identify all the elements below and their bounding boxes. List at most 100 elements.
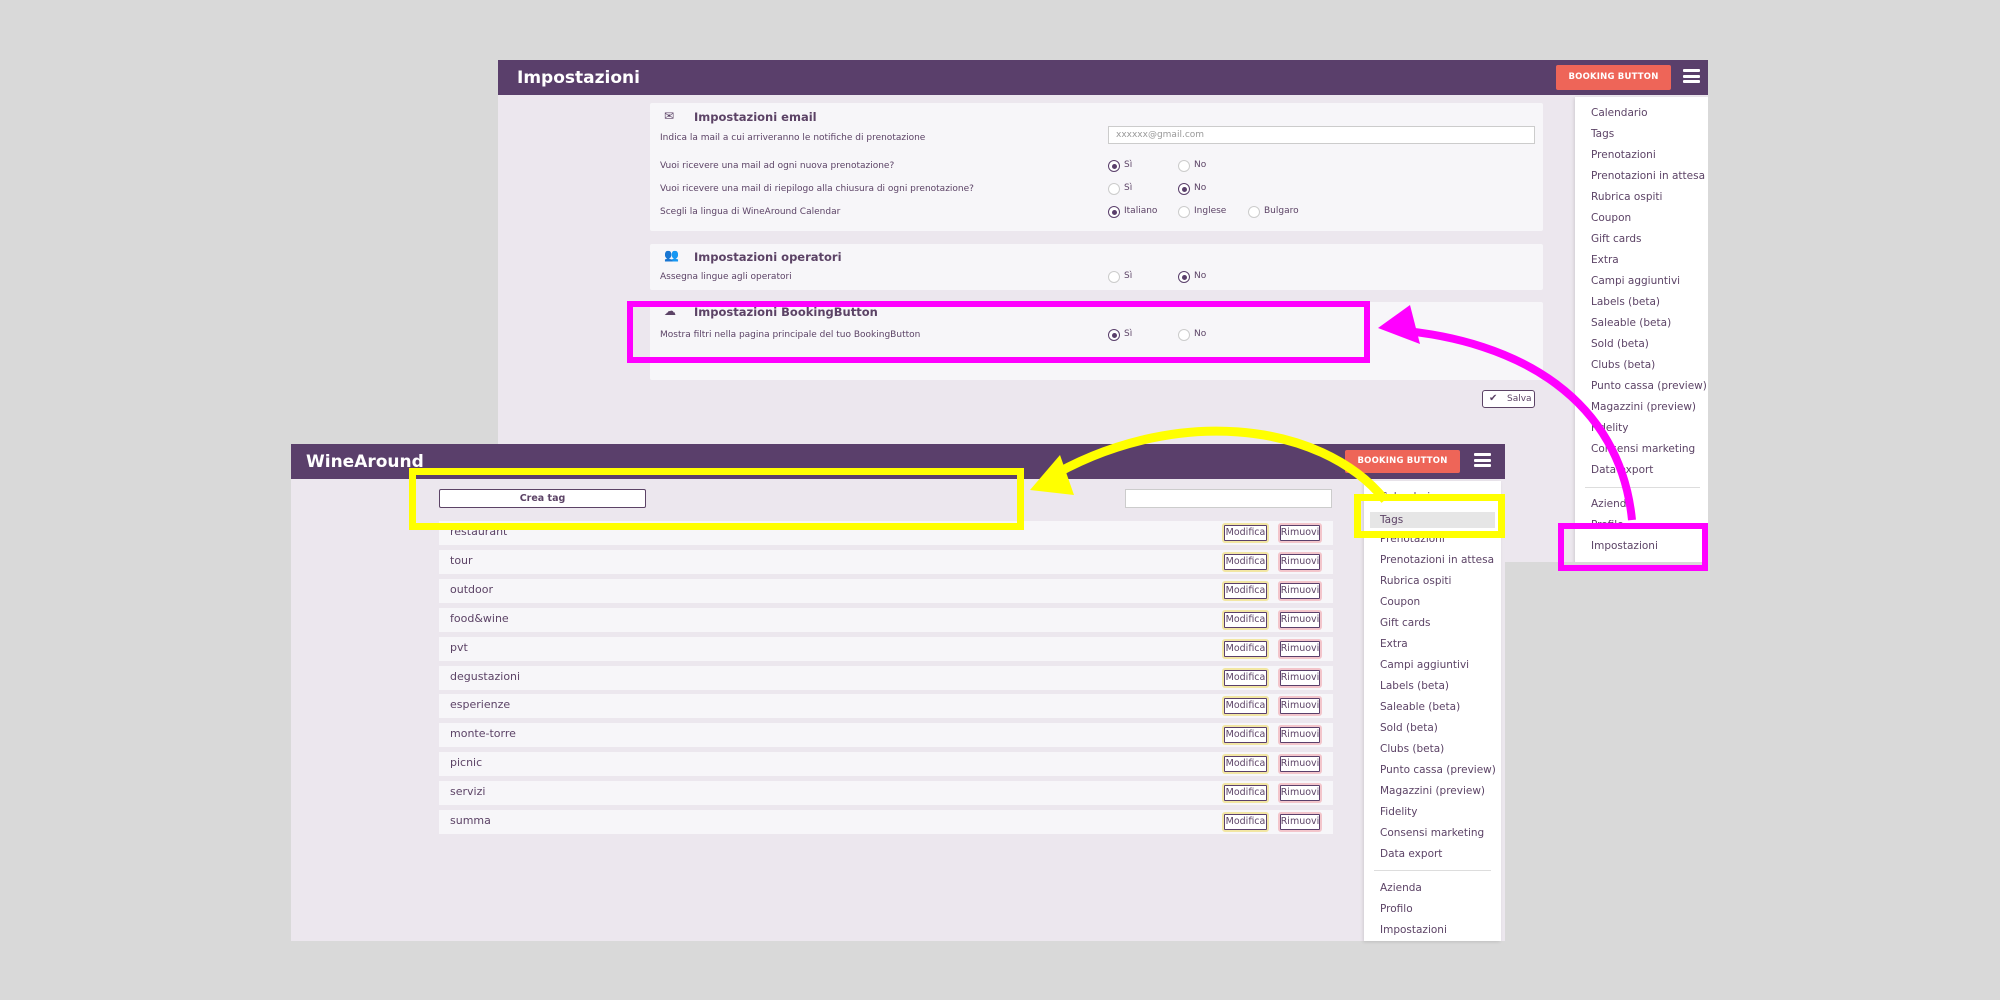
tag-name: tour (450, 554, 473, 567)
table-row: picnic Modifica Rimuovi (439, 752, 1333, 776)
remove-button[interactable]: Rimuovi (1278, 639, 1322, 659)
menu-item-campi[interactable]: Campi aggiuntivi (1380, 659, 1469, 671)
remove-button[interactable]: Rimuovi (1278, 552, 1322, 572)
menu-item-tags[interactable]: Tags (1591, 128, 1614, 140)
menu-item-consensi[interactable]: Consensi marketing (1591, 443, 1695, 455)
booking-button[interactable]: BOOKING BUTTON (1345, 450, 1460, 473)
menu-item-sold[interactable]: Sold (beta) (1591, 338, 1649, 350)
remove-button[interactable]: Rimuovi (1278, 610, 1322, 630)
summary-no-radio[interactable] (1178, 183, 1190, 195)
edit-button[interactable]: Modifica (1222, 754, 1269, 774)
table-row: tour Modifica Rimuovi (439, 550, 1333, 574)
language-bulgarian-radio[interactable] (1248, 206, 1260, 218)
tag-name: esperienze (450, 698, 511, 711)
remove-button[interactable]: Rimuovi (1278, 754, 1322, 774)
yellow-highlight-box (1354, 494, 1505, 538)
menu-item-coupon[interactable]: Coupon (1380, 596, 1420, 608)
email-settings-title: Impostazioni email (694, 110, 817, 124)
summary-mail-label: Vuoi ricevere una mail di riepilogo alla… (660, 184, 974, 194)
hamburger-menu-icon[interactable] (1683, 69, 1700, 83)
app-title: WineAround (306, 452, 424, 472)
remove-button[interactable]: Rimuovi (1278, 783, 1322, 803)
remove-button[interactable]: Rimuovi (1278, 668, 1322, 688)
remove-button[interactable]: Rimuovi (1278, 523, 1322, 543)
edit-button[interactable]: Modifica (1222, 552, 1269, 572)
new-booking-yes-radio[interactable] (1108, 160, 1120, 172)
edit-button[interactable]: Modifica (1222, 523, 1269, 543)
remove-button[interactable]: Rimuovi (1278, 696, 1322, 716)
remove-button[interactable]: Rimuovi (1278, 812, 1322, 832)
radio-label: Inglese (1194, 206, 1227, 216)
tag-name: pvt (450, 641, 468, 654)
menu-item-campi[interactable]: Campi aggiuntivi (1591, 275, 1680, 287)
magenta-highlight-box (627, 301, 1370, 363)
email-settings-card: ✉ Impostazioni email Indica la mail a cu… (650, 103, 1543, 231)
email-field[interactable]: xxxxxx@gmail.com (1108, 126, 1535, 144)
tag-name: summa (450, 814, 491, 827)
menu-item-profilo[interactable]: Profilo (1380, 903, 1413, 915)
menu-item-saleable[interactable]: Saleable (beta) (1591, 317, 1671, 329)
language-italian-radio[interactable] (1108, 206, 1120, 218)
menu-item-gift-cards[interactable]: Gift cards (1380, 617, 1431, 629)
edit-button[interactable]: Modifica (1222, 581, 1269, 601)
booking-button[interactable]: BOOKING BUTTON (1556, 65, 1671, 90)
menu-item-data-export[interactable]: Data export (1591, 464, 1653, 476)
tags-nav-menu: Calendario Tags Prenotazioni Prenotazion… (1364, 481, 1501, 941)
menu-item-fidelity[interactable]: Fidelity (1380, 806, 1417, 818)
save-label: Salva (1507, 394, 1532, 404)
menu-item-prenotazioni[interactable]: Prenotazioni (1591, 149, 1656, 161)
menu-item-magazzini[interactable]: Magazzini (preview) (1380, 785, 1485, 797)
menu-item-impostazioni[interactable]: Impostazioni (1380, 924, 1447, 936)
remove-button[interactable]: Rimuovi (1278, 581, 1322, 601)
hamburger-menu-icon[interactable] (1474, 453, 1491, 467)
radio-label: No (1194, 183, 1207, 193)
menu-item-extra[interactable]: Extra (1591, 254, 1619, 266)
menu-item-consensi[interactable]: Consensi marketing (1380, 827, 1484, 839)
operators-no-radio[interactable] (1178, 271, 1190, 283)
edit-button[interactable]: Modifica (1222, 610, 1269, 630)
menu-item-data-export[interactable]: Data export (1380, 848, 1442, 860)
yellow-highlight-box (409, 468, 1024, 530)
users-icon: 👥 (664, 248, 679, 262)
menu-item-rubrica[interactable]: Rubrica ospiti (1591, 191, 1662, 203)
menu-item-clubs[interactable]: Clubs (beta) (1380, 743, 1444, 755)
edit-button[interactable]: Modifica (1222, 812, 1269, 832)
menu-item-calendario[interactable]: Calendario (1591, 107, 1648, 119)
menu-item-clubs[interactable]: Clubs (beta) (1591, 359, 1655, 371)
menu-item-punto-cassa[interactable]: Punto cassa (preview) (1591, 380, 1707, 392)
menu-item-labels[interactable]: Labels (beta) (1380, 680, 1449, 692)
edit-button[interactable]: Modifica (1222, 725, 1269, 745)
menu-item-prenotazioni-attesa[interactable]: Prenotazioni in attesa (1380, 554, 1494, 566)
menu-item-saleable[interactable]: Saleable (beta) (1380, 701, 1460, 713)
tag-name: servizi (450, 785, 486, 798)
menu-item-prenotazioni-attesa[interactable]: Prenotazioni in attesa (1591, 170, 1705, 182)
menu-item-rubrica[interactable]: Rubrica ospiti (1380, 575, 1451, 587)
edit-button[interactable]: Modifica (1222, 783, 1269, 803)
tag-name: food&wine (450, 612, 509, 625)
operators-yes-radio[interactable] (1108, 271, 1120, 283)
save-button[interactable]: ✔ Salva (1482, 390, 1535, 408)
menu-item-sold[interactable]: Sold (beta) (1380, 722, 1438, 734)
menu-item-labels[interactable]: Labels (beta) (1591, 296, 1660, 308)
edit-button[interactable]: Modifica (1222, 696, 1269, 716)
table-row: pvt Modifica Rimuovi (439, 637, 1333, 661)
table-row: degustazioni Modifica Rimuovi (439, 666, 1333, 690)
envelope-icon: ✉ (664, 109, 675, 123)
menu-item-coupon[interactable]: Coupon (1591, 212, 1631, 224)
remove-button[interactable]: Rimuovi (1278, 725, 1322, 745)
language-english-radio[interactable] (1178, 206, 1190, 218)
menu-item-fidelity[interactable]: Fidelity (1591, 422, 1628, 434)
menu-item-gift-cards[interactable]: Gift cards (1591, 233, 1642, 245)
menu-item-extra[interactable]: Extra (1380, 638, 1408, 650)
menu-item-azienda[interactable]: Azienda (1591, 498, 1633, 510)
settings-nav-menu: Calendario Tags Prenotazioni Prenotazion… (1575, 97, 1708, 562)
edit-button[interactable]: Modifica (1222, 639, 1269, 659)
new-booking-no-radio[interactable] (1178, 160, 1190, 172)
menu-item-punto-cassa[interactable]: Punto cassa (preview) (1380, 764, 1496, 776)
edit-button[interactable]: Modifica (1222, 668, 1269, 688)
tag-name: outdoor (450, 583, 493, 596)
menu-item-azienda[interactable]: Azienda (1380, 882, 1422, 894)
search-input[interactable] (1125, 489, 1332, 508)
summary-yes-radio[interactable] (1108, 183, 1120, 195)
menu-item-magazzini[interactable]: Magazzini (preview) (1591, 401, 1696, 413)
